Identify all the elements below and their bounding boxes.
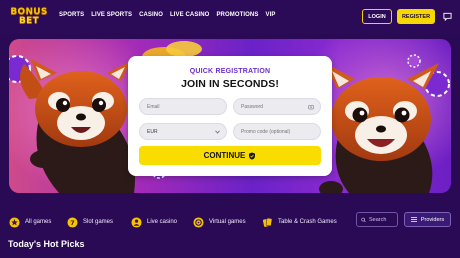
nav-live-casino[interactable]: LIVE CASINO: [170, 12, 209, 18]
nav-vip[interactable]: VIP: [265, 12, 275, 18]
category-virtual-games[interactable]: Virtual games: [193, 215, 246, 229]
continue-label: CONTINUE: [203, 151, 246, 160]
category-slot-games[interactable]: 7 Slot games: [67, 215, 113, 229]
svg-text:7: 7: [70, 218, 74, 226]
email-field[interactable]: [139, 98, 227, 115]
promo-code-field[interactable]: [233, 123, 321, 140]
nav-live-sports[interactable]: LIVE SPORTS: [91, 12, 132, 18]
chevron-down-icon: [215, 130, 220, 134]
category-label: All games: [25, 219, 52, 225]
promo-code-input[interactable]: [241, 128, 320, 135]
providers-label: Providers: [420, 216, 445, 223]
right-red-panda: [319, 63, 439, 193]
eye-icon[interactable]: [308, 104, 314, 110]
login-button[interactable]: LOGIN: [362, 9, 392, 24]
continue-button[interactable]: CONTINUE: [139, 146, 321, 165]
category-label: Slot games: [83, 219, 114, 225]
slot-icon: 7: [67, 216, 78, 228]
category-label: Table & Crash Games: [278, 219, 337, 225]
section-title: Today's Hot Picks: [8, 239, 85, 249]
category-label: Live casino: [147, 219, 178, 225]
register-button[interactable]: REGISTER: [397, 9, 435, 24]
star-icon: [9, 216, 20, 228]
search-icon: [361, 217, 366, 222]
email-input[interactable]: [147, 103, 226, 110]
search-input[interactable]: [369, 216, 397, 223]
category-all-games[interactable]: All games: [9, 215, 51, 229]
currency-value: EUR: [147, 128, 158, 135]
category-table-crash-games[interactable]: Table & Crash Games: [262, 215, 337, 229]
brand-logo[interactable]: BONUS BET: [9, 5, 49, 29]
shield-icon: [249, 152, 256, 160]
cards-icon: [262, 217, 273, 227]
registration-title: JOIN IN SECONDS!: [181, 78, 279, 90]
main-nav: SPORTS LIVE SPORTS CASINO LIVE CASINO PR…: [59, 12, 275, 18]
registration-subtitle: QUICK REGISTRATION: [189, 68, 271, 75]
logo-text-bottom: BET: [18, 16, 40, 26]
nav-sports[interactable]: SPORTS: [59, 12, 84, 18]
providers-button[interactable]: Providers: [404, 212, 451, 227]
nav-promotions[interactable]: PROMOTIONS: [216, 12, 258, 18]
chat-bubble-icon[interactable]: [443, 12, 452, 21]
nav-casino[interactable]: CASINO: [139, 12, 163, 18]
game-search-box[interactable]: [356, 212, 398, 227]
password-field[interactable]: [233, 98, 321, 115]
menu-icon: [410, 217, 417, 222]
category-live-casino[interactable]: Live casino: [131, 215, 177, 229]
virtual-icon: [193, 216, 204, 228]
category-label: Virtual games: [209, 219, 246, 225]
currency-select[interactable]: EUR: [139, 123, 227, 140]
dealer-icon: [131, 216, 142, 228]
top-header: BONUS BET SPORTS LIVE SPORTS CASINO LIVE…: [0, 0, 460, 34]
